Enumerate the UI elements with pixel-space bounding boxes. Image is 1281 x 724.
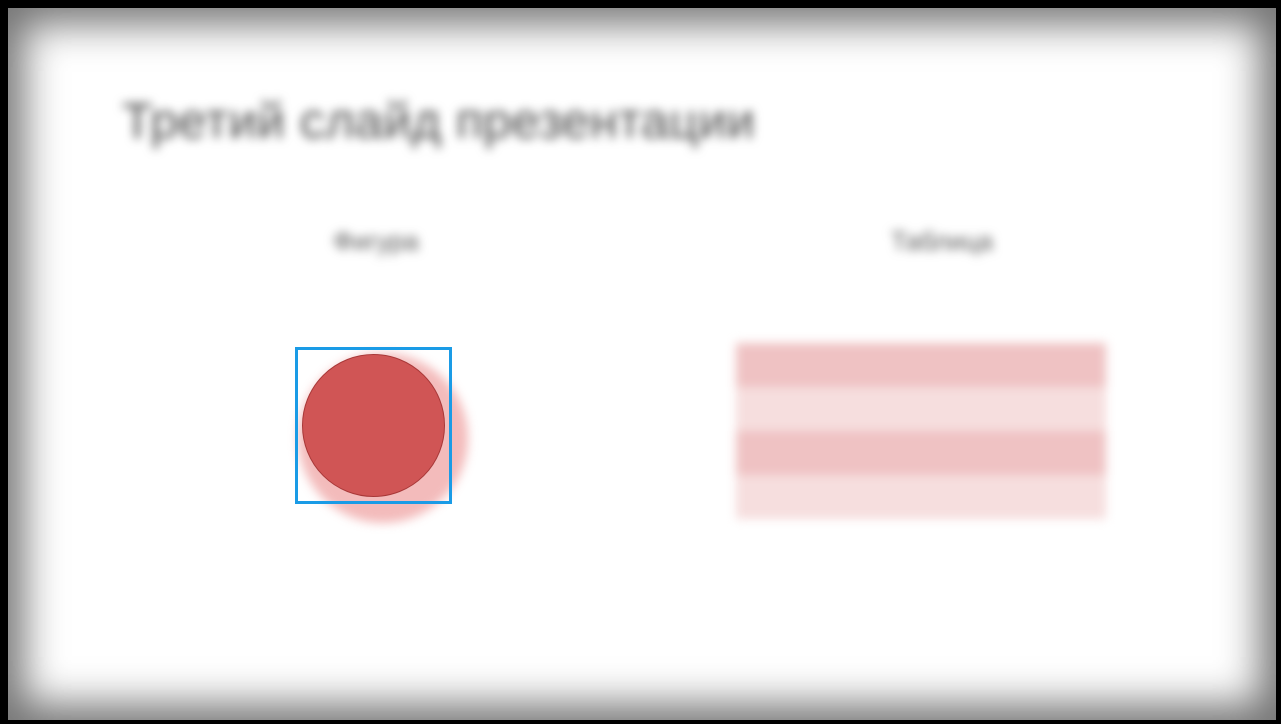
- presentation-viewport: Третий слайд презентации Фигура Таблица: [0, 0, 1281, 724]
- focus-layer: [8, 8, 1276, 720]
- shape-selection-box[interactable]: [295, 347, 452, 504]
- slide: Третий слайд презентации Фигура Таблица: [8, 8, 1276, 720]
- circle-shape[interactable]: [302, 354, 445, 497]
